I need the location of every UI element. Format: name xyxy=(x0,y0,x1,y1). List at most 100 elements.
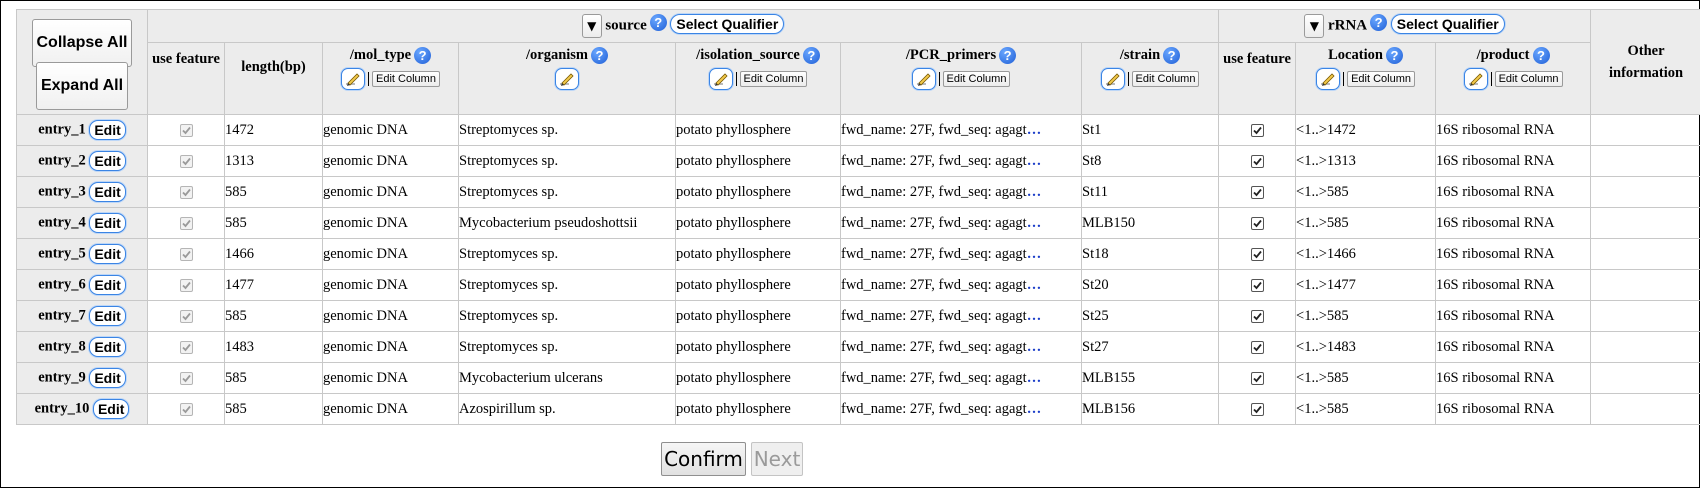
location-edit-column-button[interactable]: Edit Column xyxy=(1347,71,1415,87)
cell-product[interactable]: 16S ribosomal RNA xyxy=(1435,300,1592,332)
cell-length[interactable]: 585 xyxy=(224,207,323,239)
expand-all-button[interactable]: Expand All xyxy=(35,62,129,110)
cell-mol-type[interactable]: genomic DNA xyxy=(322,114,459,146)
cell-organism[interactable]: Streptomyces sp. xyxy=(458,238,676,270)
question-circle-icon[interactable]: ? xyxy=(1163,47,1181,64)
cell-organism[interactable]: Streptomyces sp. xyxy=(458,269,676,301)
cell-pcr-primers[interactable]: fwd_name: 27F, fwd_seq: agagt… xyxy=(840,362,1082,394)
cell-organism[interactable]: Streptomyces sp. xyxy=(458,331,676,363)
checkbox-icon[interactable] xyxy=(1250,278,1264,292)
cell-other-information[interactable] xyxy=(1590,238,1700,270)
cell-pcr-primers[interactable]: fwd_name: 27F, fwd_seq: agagt… xyxy=(840,176,1082,208)
cell-product[interactable]: 16S ribosomal RNA xyxy=(1435,331,1592,363)
question-circle-icon[interactable]: ? xyxy=(1385,47,1403,64)
cell-organism[interactable]: Streptomyces sp. xyxy=(458,114,676,146)
cell-pcr-primers[interactable]: fwd_name: 27F, fwd_seq: agagt… xyxy=(840,207,1082,239)
cell-other-information[interactable] xyxy=(1590,145,1700,177)
cell-other-information[interactable] xyxy=(1590,114,1700,146)
cell-organism[interactable]: Mycobacterium pseudoshottsii xyxy=(458,207,676,239)
cell-isolation-source[interactable]: potato phyllosphere xyxy=(675,362,841,394)
cell-strain[interactable]: St27 xyxy=(1080,331,1220,363)
checkbox-icon[interactable] xyxy=(1250,371,1264,385)
cell-other-information[interactable] xyxy=(1590,362,1700,394)
cell-length[interactable]: 585 xyxy=(224,362,323,394)
checkbox-icon[interactable] xyxy=(179,340,193,354)
cell-mol-type[interactable]: genomic DNA xyxy=(322,300,459,332)
rrna-select-qualifier-button[interactable]: Select Qualifier xyxy=(1390,14,1505,35)
cell-strain[interactable]: St11 xyxy=(1080,176,1220,208)
cell-mol-type[interactable]: genomic DNA xyxy=(322,176,459,208)
rrna-dropdown-button[interactable]: ▼ xyxy=(1304,14,1325,38)
checkbox-icon[interactable] xyxy=(179,216,193,230)
checkbox-icon[interactable] xyxy=(179,371,193,385)
cell-isolation-source[interactable]: potato phyllosphere xyxy=(675,207,841,239)
checkbox-icon[interactable] xyxy=(179,309,193,323)
cell-pcr-primers[interactable]: fwd_name: 27F, fwd_seq: agagt… xyxy=(840,331,1082,363)
cell-product[interactable]: 16S ribosomal RNA xyxy=(1435,207,1592,239)
checkbox-icon[interactable] xyxy=(1250,154,1264,168)
cell-length[interactable]: 1313 xyxy=(224,145,323,177)
cell-pcr-primers[interactable]: fwd_name: 27F, fwd_seq: agagt… xyxy=(840,300,1082,332)
mol-type-edit-column-button[interactable]: Edit Column xyxy=(372,71,440,87)
cell-other-information[interactable] xyxy=(1590,300,1700,332)
cell-strain[interactable]: St8 xyxy=(1080,145,1220,177)
cell-isolation-source[interactable]: potato phyllosphere xyxy=(675,331,841,363)
strain-pencil-button[interactable] xyxy=(1100,68,1125,90)
question-circle-icon[interactable]: ? xyxy=(1370,14,1388,31)
cell-product[interactable]: 16S ribosomal RNA xyxy=(1435,114,1592,146)
cell-product[interactable]: 16S ribosomal RNA xyxy=(1435,238,1592,270)
cell-mol-type[interactable]: genomic DNA xyxy=(322,362,459,394)
cell-length[interactable]: 585 xyxy=(224,393,323,425)
cell-strain[interactable]: MLB155 xyxy=(1080,362,1220,394)
cell-mol-type[interactable]: genomic DNA xyxy=(322,238,459,270)
cell-pcr-primers[interactable]: fwd_name: 27F, fwd_seq: agagt… xyxy=(840,238,1082,270)
checkbox-icon[interactable] xyxy=(179,247,193,261)
cell-strain[interactable]: St1 xyxy=(1080,114,1220,146)
edit-entry-button[interactable]: Edit xyxy=(89,337,126,357)
source-dropdown-button[interactable]: ▼ xyxy=(581,14,602,38)
next-button[interactable]: Next xyxy=(751,442,803,476)
confirm-button[interactable]: Confirm xyxy=(661,442,746,476)
checkbox-icon[interactable] xyxy=(1250,402,1264,416)
edit-entry-button[interactable]: Edit xyxy=(89,368,126,388)
edit-entry-button[interactable]: Edit xyxy=(89,213,126,233)
mol-type-pencil-button[interactable] xyxy=(341,68,366,90)
checkbox-icon[interactable] xyxy=(1250,340,1264,354)
checkbox-icon[interactable] xyxy=(1250,123,1264,137)
checkbox-icon[interactable] xyxy=(1250,309,1264,323)
cell-pcr-primers[interactable]: fwd_name: 27F, fwd_seq: agagt… xyxy=(840,269,1082,301)
cell-other-information[interactable] xyxy=(1590,176,1700,208)
cell-strain[interactable]: St18 xyxy=(1080,238,1220,270)
cell-product[interactable]: 16S ribosomal RNA xyxy=(1435,393,1592,425)
checkbox-icon[interactable] xyxy=(179,123,193,137)
cell-length[interactable]: 1472 xyxy=(224,114,323,146)
cell-location[interactable]: <1..>585 xyxy=(1295,362,1437,394)
cell-mol-type[interactable]: genomic DNA xyxy=(322,393,459,425)
isolation-source-edit-column-button[interactable]: Edit Column xyxy=(739,71,808,87)
checkbox-icon[interactable] xyxy=(1250,216,1264,230)
cell-organism[interactable]: Streptomyces sp. xyxy=(458,176,676,208)
cell-product[interactable]: 16S ribosomal RNA xyxy=(1435,362,1592,394)
cell-strain[interactable]: MLB150 xyxy=(1080,207,1220,239)
pcr-primers-edit-column-button[interactable]: Edit Column xyxy=(942,71,1011,87)
cell-pcr-primers[interactable]: fwd_name: 27F, fwd_seq: agagt… xyxy=(840,393,1082,425)
checkbox-icon[interactable] xyxy=(1250,185,1264,199)
cell-location[interactable]: <1..>1483 xyxy=(1295,331,1437,363)
pcr-primers-pencil-button[interactable] xyxy=(911,68,936,90)
checkbox-icon[interactable] xyxy=(179,402,193,416)
cell-length[interactable]: 585 xyxy=(224,300,323,332)
cell-location[interactable]: <1..>1466 xyxy=(1295,238,1437,270)
strain-edit-column-button[interactable]: Edit Column xyxy=(1131,71,1200,87)
edit-entry-button[interactable]: Edit xyxy=(89,151,126,171)
checkbox-icon[interactable] xyxy=(179,154,193,168)
cell-isolation-source[interactable]: potato phyllosphere xyxy=(675,145,841,177)
edit-entry-button[interactable]: Edit xyxy=(89,275,126,295)
cell-isolation-source[interactable]: potato phyllosphere xyxy=(675,269,841,301)
collapse-all-button[interactable]: Collapse All xyxy=(31,19,133,67)
location-pencil-button[interactable] xyxy=(1316,68,1341,90)
cell-other-information[interactable] xyxy=(1590,207,1700,239)
cell-location[interactable]: <1..>585 xyxy=(1295,300,1437,332)
cell-isolation-source[interactable]: potato phyllosphere xyxy=(675,114,841,146)
edit-entry-button[interactable]: Edit xyxy=(89,182,126,202)
checkbox-icon[interactable] xyxy=(179,278,193,292)
